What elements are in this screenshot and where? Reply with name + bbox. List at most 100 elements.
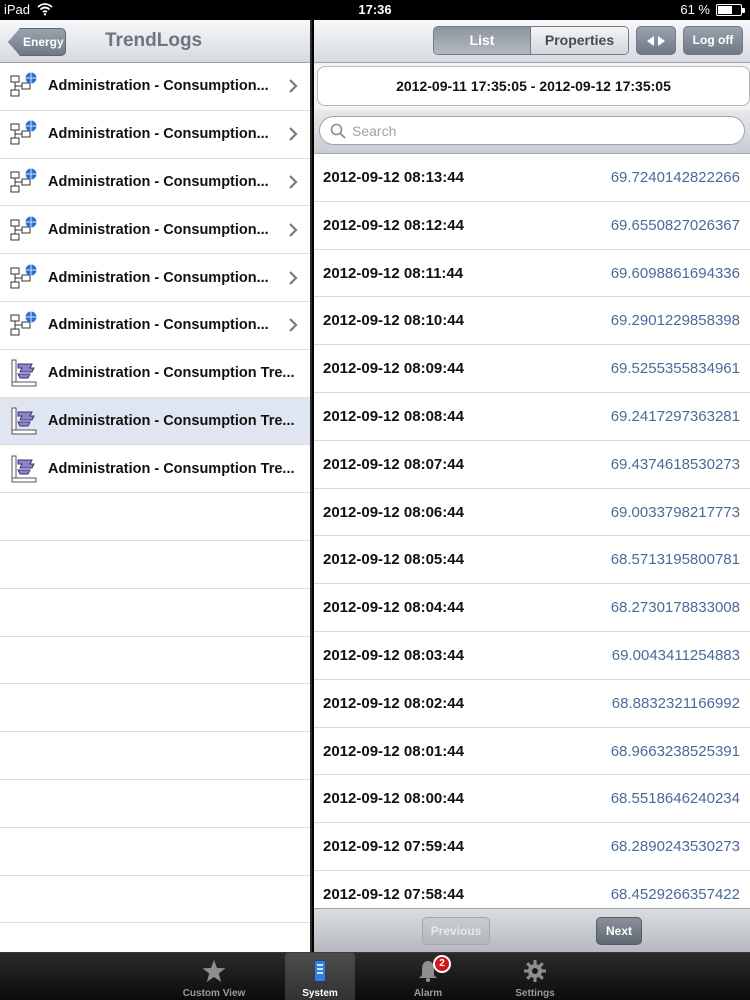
empty-row (0, 780, 310, 828)
tab-label: System (302, 988, 338, 999)
clock: 17:36 (358, 2, 392, 17)
chevron-right-icon (288, 127, 298, 141)
empty-row (0, 876, 310, 924)
trendlog-item-label: Administration - Consumption Tre... (48, 460, 295, 477)
trendlog-item[interactable]: Administration - Consumption... (0, 159, 310, 207)
record-value: 68.2890243530273 (610, 838, 740, 856)
record-value: 68.4529266357422 (610, 885, 740, 903)
trendlog-item[interactable]: Administration - Consumption... (0, 302, 310, 350)
record-row[interactable]: 2012-09-12 07:59:44 68.2890243530273 (314, 823, 750, 871)
record-timestamp: 2012-09-12 08:02:44 (323, 694, 464, 712)
network-globe-icon (8, 215, 38, 245)
next-button[interactable]: Next (596, 917, 642, 945)
tab-bar: Custom View System 2 Alarm Settings (0, 952, 750, 1000)
tab-properties[interactable]: Properties (531, 27, 628, 54)
record-timestamp: 2012-09-12 08:03:44 (323, 646, 464, 664)
record-row[interactable]: 2012-09-12 08:03:44 69.0043411254883 (314, 632, 750, 680)
tab-label: Settings (515, 988, 555, 999)
battery-percent: 61 % (680, 2, 710, 17)
detail-pane: List Properties Log off 2012-09-11 17:35… (314, 20, 750, 952)
trendlog-item[interactable]: Administration - Consumption Tre... (0, 445, 310, 494)
record-row[interactable]: 2012-09-12 08:08:44 69.2417297363281 (314, 393, 750, 441)
record-timestamp: 2012-09-12 08:00:44 (323, 790, 464, 808)
trendlog-item[interactable]: Administration - Consumption... (0, 111, 310, 159)
tab-list[interactable]: List (434, 27, 531, 54)
record-row[interactable]: 2012-09-12 08:04:44 68.2730178833008 (314, 584, 750, 632)
search-icon (330, 123, 346, 139)
record-value: 68.5713195800781 (610, 551, 740, 569)
chevron-right-icon (288, 79, 298, 94)
previous-button[interactable]: Previous (422, 917, 490, 945)
empty-row (0, 828, 310, 876)
page-title: TrendLogs (105, 30, 203, 51)
record-timestamp: 2012-09-12 08:09:44 (323, 360, 464, 378)
trendlog-item[interactable]: Administration - Consumption... (0, 254, 310, 302)
record-row[interactable]: 2012-09-12 08:13:44 69.7240142822266 (314, 154, 750, 202)
trendlog-item[interactable]: Administration - Consumption... (0, 63, 310, 111)
log-off-button[interactable]: Log off (683, 26, 743, 55)
search-input[interactable] (352, 120, 732, 142)
trendlog-item[interactable]: Administration - Consumption Tre... (0, 397, 310, 446)
record-value: 69.7240142822266 (610, 169, 740, 186)
tab-system[interactable]: System (285, 953, 355, 1000)
record-value: 68.9663238525391 (610, 742, 740, 760)
expand-button[interactable] (636, 26, 676, 55)
tab-label: Alarm (413, 988, 443, 999)
tab-custom-view[interactable]: Custom View (179, 953, 249, 1000)
record-row[interactable]: 2012-09-12 08:07:44 69.4374618530273 (314, 441, 750, 489)
record-value: 68.8832321166992 (611, 694, 740, 712)
trendlogs-pane: Energy TrendLogs Administration - Consum… (0, 20, 312, 952)
tab-settings[interactable]: Settings (500, 953, 570, 1000)
right-navbar: List Properties Log off (314, 20, 750, 63)
trendlog-item-label: Administration - Consumption... (48, 126, 269, 143)
empty-row (0, 732, 310, 780)
network-globe-icon (8, 310, 38, 340)
trendlog-item-label: Administration - Consumption... (48, 221, 269, 238)
record-timestamp: 2012-09-12 08:04:44 (323, 599, 464, 617)
empty-row (0, 541, 310, 589)
trendlog-item-label: Administration - Consumption... (48, 78, 269, 95)
search-box (319, 116, 745, 145)
status-bar: iPad 17:36 61 % (0, 0, 750, 20)
record-timestamp: 2012-09-12 08:07:44 (323, 455, 464, 473)
record-value: 68.5518646240234 (610, 790, 740, 808)
record-row[interactable]: 2012-09-12 08:11:44 69.6098861694336 (314, 250, 750, 298)
record-value: 69.6550827026367 (610, 216, 740, 234)
record-row[interactable]: 2012-09-12 07:58:44 68.4529266357422 (314, 871, 750, 908)
record-row[interactable]: 2012-09-12 08:00:44 68.5518646240234 (314, 775, 750, 824)
tab-alarm[interactable]: 2 Alarm (393, 953, 463, 1000)
battery-icon (716, 4, 745, 16)
gear-icon (524, 960, 546, 982)
record-row[interactable]: 2012-09-12 08:01:44 68.9663238525391 (314, 728, 750, 776)
record-row[interactable]: 2012-09-12 08:05:44 68.5713195800781 (314, 536, 750, 585)
record-row[interactable]: 2012-09-12 08:02:44 68.8832321166992 (314, 680, 750, 728)
left-navbar: Energy TrendLogs (0, 20, 310, 63)
record-timestamp: 2012-09-12 08:01:44 (323, 742, 464, 760)
network-globe-icon (8, 167, 38, 197)
chevron-right-icon (288, 318, 298, 333)
network-globe-icon (8, 119, 38, 149)
date-range-field[interactable]: 2012-09-11 17:35:05 - 2012-09-12 17:35:0… (317, 66, 750, 106)
chevron-right-icon (288, 175, 298, 189)
record-timestamp: 2012-09-12 08:06:44 (323, 503, 464, 521)
trendlog-list: Administration - Consumption... Administr… (0, 63, 310, 952)
record-value: 69.2901229858398 (610, 312, 740, 330)
record-row[interactable]: 2012-09-12 08:09:44 69.5255355834961 (314, 345, 750, 393)
empty-row (0, 923, 310, 952)
record-timestamp: 2012-09-12 08:05:44 (323, 551, 464, 569)
record-row[interactable]: 2012-09-12 08:10:44 69.2901229858398 (314, 297, 750, 346)
view-segmented-control: List Properties (433, 26, 629, 55)
back-button[interactable]: Energy (8, 28, 66, 56)
record-value: 69.0043411254883 (611, 646, 740, 664)
trendlog-item[interactable]: Administration - Consumption... (0, 206, 310, 255)
trendlog-item-label: Administration - Consumption... (48, 317, 269, 334)
record-timestamp: 2012-09-12 08:11:44 (323, 264, 464, 282)
trendlog-item[interactable]: Administration - Consumption Tre... (0, 350, 310, 398)
record-timestamp: 2012-09-12 07:59:44 (323, 838, 464, 856)
records-list[interactable]: 2012-09-12 08:13:44 69.7240142822266 2012-… (314, 154, 750, 908)
trend-log-icon (8, 454, 38, 484)
record-row[interactable]: 2012-09-12 08:12:44 69.6550827026367 (314, 202, 750, 250)
empty-row (0, 637, 310, 685)
record-row[interactable]: 2012-09-12 08:06:44 69.0033798217773 (314, 489, 750, 537)
empty-row (0, 684, 310, 733)
